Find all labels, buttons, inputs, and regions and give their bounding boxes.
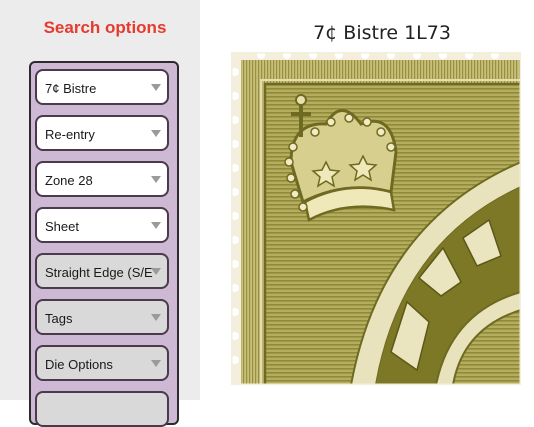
sidebar: Search options 7¢ Bistre Re-entry Zone 2… xyxy=(0,0,200,427)
chevron-down-icon xyxy=(151,84,161,91)
zone-select-value: Zone 28 xyxy=(45,173,93,188)
chevron-down-icon xyxy=(151,130,161,137)
stamp-closeup-image xyxy=(231,52,521,385)
sheet-select[interactable]: Sheet xyxy=(35,207,169,243)
chevron-down-icon xyxy=(151,314,161,321)
search-options-panel: 7¢ Bistre Re-entry Zone 28 Sheet Straigh… xyxy=(29,61,179,427)
tags-select[interactable]: Tags xyxy=(35,299,169,335)
chevron-down-icon xyxy=(151,176,161,183)
chevron-down-icon xyxy=(151,268,161,275)
stamp-title: 7¢ Bistre 1L73 xyxy=(313,22,451,44)
search-options-title: Search options xyxy=(43,18,167,37)
sheet-select-value: Sheet xyxy=(45,219,79,234)
die-options-select-value: Die Options xyxy=(45,357,113,372)
variety-select[interactable]: Re-entry xyxy=(35,115,169,151)
tags-select-value: Tags xyxy=(45,311,73,326)
straight-edge-select[interactable]: Straight Edge (S/E) xyxy=(35,253,169,289)
straight-edge-select-value: Straight Edge (S/E) xyxy=(45,265,153,280)
stamp-select-value: 7¢ Bistre xyxy=(45,81,97,96)
zone-select[interactable]: Zone 28 xyxy=(35,161,169,197)
variety-select-value: Re-entry xyxy=(45,127,95,142)
stamp-select[interactable]: 7¢ Bistre xyxy=(35,69,169,105)
stamp-image[interactable] xyxy=(231,52,521,385)
chevron-down-icon xyxy=(151,360,161,367)
chevron-down-icon xyxy=(151,222,161,229)
die-options-select[interactable]: Die Options xyxy=(35,345,169,381)
extra-select[interactable] xyxy=(35,391,169,427)
